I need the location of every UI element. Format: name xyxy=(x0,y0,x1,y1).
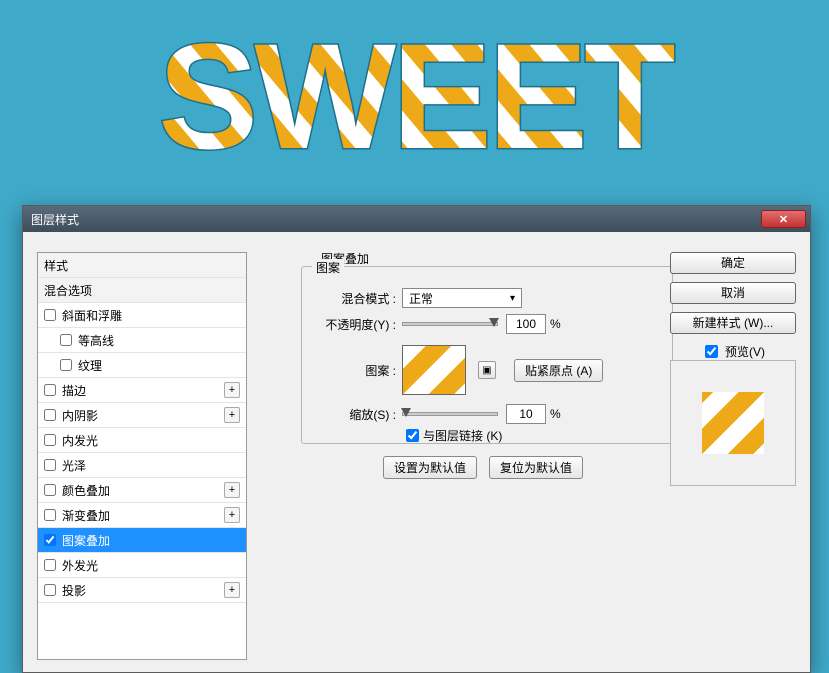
style-label: 等高线 xyxy=(78,332,240,349)
style-row-innerglow[interactable]: 内发光 xyxy=(38,428,246,453)
document-canvas: SWEET xyxy=(0,0,829,205)
blend-mode-label: 混合模式 : xyxy=(318,290,396,307)
close-icon: ✕ xyxy=(779,213,788,226)
style-check-texture[interactable] xyxy=(60,359,72,371)
add-effect-icon[interactable]: + xyxy=(224,482,240,498)
layer-style-dialog: 图层样式 ✕ 样式 混合选项 斜面和浮雕 等高线 纹理 xyxy=(22,205,811,673)
link-with-layer-checkbox[interactable] xyxy=(406,429,419,442)
add-effect-icon[interactable]: + xyxy=(224,407,240,423)
slider-thumb-icon[interactable] xyxy=(489,318,499,327)
style-label: 纹理 xyxy=(78,357,240,374)
blend-mode-select[interactable]: 正常 ▾ xyxy=(402,288,522,308)
style-check-innershadow[interactable] xyxy=(44,409,56,421)
ok-button[interactable]: 确定 xyxy=(670,252,796,274)
style-check-satin[interactable] xyxy=(44,459,56,471)
dialog-titlebar[interactable]: 图层样式 ✕ xyxy=(23,206,810,232)
make-default-button[interactable]: 设置为默认值 xyxy=(383,456,477,479)
style-check-gradientoverlay[interactable] xyxy=(44,509,56,521)
preview-swatch xyxy=(702,392,764,454)
dialog-title: 图层样式 xyxy=(31,211,79,228)
styles-list: 样式 混合选项 斜面和浮雕 等高线 纹理 描边 + xyxy=(37,252,247,660)
new-style-button[interactable]: 新建样式 (W)... xyxy=(670,312,796,334)
style-check-dropshadow[interactable] xyxy=(44,584,56,596)
scale-label: 缩放(S) : xyxy=(318,406,396,423)
style-label: 渐变叠加 xyxy=(62,507,224,524)
style-row-coloroverlay[interactable]: 颜色叠加 + xyxy=(38,478,246,503)
style-label: 斜面和浮雕 xyxy=(62,307,240,324)
style-row-dropshadow[interactable]: 投影 + xyxy=(38,578,246,603)
reset-default-button[interactable]: 复位为默认值 xyxy=(489,456,583,479)
add-effect-icon[interactable]: + xyxy=(224,582,240,598)
new-doc-icon: ▣ xyxy=(482,365,491,376)
cancel-button[interactable]: 取消 xyxy=(670,282,796,304)
style-row-contour[interactable]: 等高线 xyxy=(38,328,246,353)
scale-input[interactable]: 10 xyxy=(506,404,546,424)
preview-label: 预览(V) xyxy=(725,343,765,360)
style-check-bevel[interactable] xyxy=(44,309,56,321)
blend-options-row[interactable]: 混合选项 xyxy=(38,278,246,303)
blend-options-label: 混合选项 xyxy=(44,282,240,299)
style-row-innershadow[interactable]: 内阴影 + xyxy=(38,403,246,428)
create-pattern-button[interactable]: ▣ xyxy=(478,361,496,379)
style-row-texture[interactable]: 纹理 xyxy=(38,353,246,378)
styles-header-label: 样式 xyxy=(44,257,240,274)
preview-checkbox[interactable] xyxy=(705,345,718,358)
style-row-bevel[interactable]: 斜面和浮雕 xyxy=(38,303,246,328)
style-check-outerglow[interactable] xyxy=(44,559,56,571)
style-row-stroke[interactable]: 描边 + xyxy=(38,378,246,403)
style-label: 投影 xyxy=(62,582,224,599)
opacity-slider[interactable] xyxy=(402,322,498,326)
slider-thumb-icon[interactable] xyxy=(401,408,411,417)
percent-unit: % xyxy=(550,317,561,331)
scale-slider[interactable] xyxy=(402,412,498,416)
document-text-sweet: SWEET xyxy=(124,28,706,178)
preview-panel xyxy=(670,360,796,486)
link-with-layer-label: 与图层链接 (K) xyxy=(423,427,502,444)
style-check-contour[interactable] xyxy=(60,334,72,346)
chevron-updown-icon: ▾ xyxy=(510,293,515,304)
pattern-groupbox: 图案 混合模式 : 正常 ▾ 不透明度(Y) : 100 % 图案 : xyxy=(301,266,673,444)
opacity-input[interactable]: 100 xyxy=(506,314,546,334)
style-label: 内阴影 xyxy=(62,407,224,424)
style-label: 描边 xyxy=(62,382,224,399)
pattern-label: 图案 : xyxy=(318,362,396,379)
style-check-innerglow[interactable] xyxy=(44,434,56,446)
add-effect-icon[interactable]: + xyxy=(224,507,240,523)
blend-mode-value: 正常 xyxy=(409,290,433,307)
style-row-outerglow[interactable]: 外发光 xyxy=(38,553,246,578)
pattern-picker[interactable] xyxy=(402,345,466,395)
close-button[interactable]: ✕ xyxy=(761,210,806,228)
style-label: 图案叠加 xyxy=(62,532,240,549)
svg-text:SWEET: SWEET xyxy=(158,28,675,178)
style-row-satin[interactable]: 光泽 xyxy=(38,453,246,478)
add-effect-icon[interactable]: + xyxy=(224,382,240,398)
style-label: 内发光 xyxy=(62,432,240,449)
style-label: 光泽 xyxy=(62,457,240,474)
style-row-patternoverlay[interactable]: 图案叠加 xyxy=(38,528,246,553)
opacity-label: 不透明度(Y) : xyxy=(318,316,396,333)
styles-header-row[interactable]: 样式 xyxy=(38,253,246,278)
style-row-gradientoverlay[interactable]: 渐变叠加 + xyxy=(38,503,246,528)
snap-origin-button[interactable]: 贴紧原点 (A) xyxy=(514,359,603,382)
style-label: 外发光 xyxy=(62,557,240,574)
style-label: 颜色叠加 xyxy=(62,482,224,499)
style-check-coloroverlay[interactable] xyxy=(44,484,56,496)
percent-unit: % xyxy=(550,407,561,421)
style-check-patternoverlay[interactable] xyxy=(44,534,56,546)
groupbox-title: 图案 xyxy=(312,259,344,276)
style-check-stroke[interactable] xyxy=(44,384,56,396)
